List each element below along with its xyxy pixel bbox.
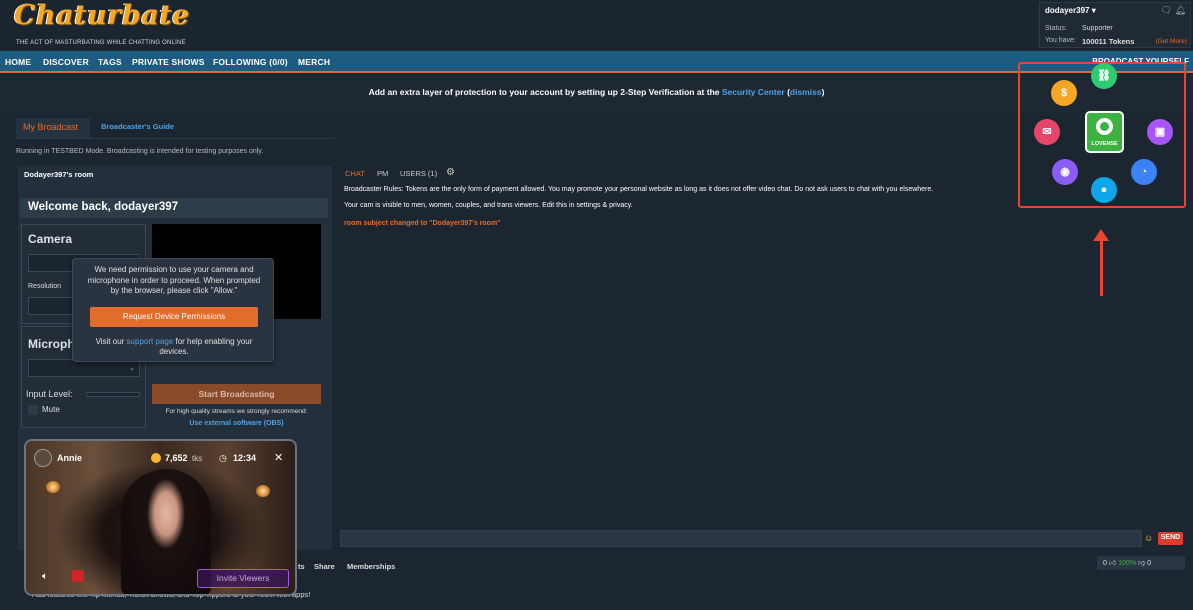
dollar-icon[interactable]: $: [1051, 80, 1077, 106]
dice-icon[interactable]: [72, 570, 84, 582]
nav-merch[interactable]: MERCH: [298, 57, 330, 67]
lamp-light: [256, 485, 270, 497]
emoji-icon[interactable]: ☺: [1144, 533, 1153, 543]
hq-note: For high quality streams we strongly rec…: [165, 408, 308, 415]
input-level-meter: [86, 392, 140, 397]
permission-popup: We need permission to use your camera an…: [72, 258, 274, 362]
tab-pm[interactable]: PM: [377, 169, 388, 178]
nav-following[interactable]: FOLLOWING (0/0): [213, 57, 288, 67]
get-more-link[interactable]: (Get More): [1156, 38, 1187, 45]
nav-tags[interactable]: TAGS: [98, 57, 122, 67]
nav-home[interactable]: HOME: [5, 57, 31, 67]
tab-my-broadcast[interactable]: My Broadcast: [16, 118, 90, 138]
camera-icon[interactable]: ●: [1091, 177, 1117, 203]
upvote-count: 0: [1103, 560, 1107, 567]
lamp-light: [46, 481, 60, 493]
visibility-notice: Your cam is visible to men, women, coupl…: [344, 202, 633, 209]
dismiss-link[interactable]: dismiss: [790, 87, 822, 97]
resolution-label: Resolution: [28, 283, 62, 290]
tab-chat[interactable]: CHAT: [345, 169, 365, 178]
site-logo[interactable]: Chaturbate: [14, 0, 190, 31]
testbed-notice: Running in TESTBED Mode. Broadcasting is…: [16, 148, 264, 155]
thumbs-down-icon: 👎︎: [1138, 560, 1146, 567]
permission-message: We need permission to use your camera an…: [87, 265, 261, 295]
lovense-cam-inner: [1100, 122, 1109, 131]
user-box: dodayer397 ▾ 🗨 🔔︎ Status: Supporter You …: [1039, 2, 1191, 48]
status-value: Supporter: [1082, 25, 1113, 32]
gear-icon[interactable]: ⚙: [446, 167, 455, 178]
notification-icons[interactable]: 🗨 🔔︎: [1161, 5, 1186, 16]
security-banner: Add an extra layer of protection to your…: [0, 75, 1193, 111]
banner-close-paren: ): [821, 87, 825, 97]
tab-divider: [16, 138, 334, 139]
downvote-count: 0: [1147, 560, 1151, 567]
vote-summary: 0 👍︎ 100% 👎︎ 0: [1097, 556, 1185, 570]
start-broadcasting-button[interactable]: Start Broadcasting: [152, 384, 321, 404]
banner-text: Add an extra layer of protection to your…: [368, 87, 722, 97]
clock-icon: ◷: [219, 453, 227, 463]
tab-share[interactable]: Share: [314, 562, 335, 571]
tab-broadcasters-guide[interactable]: Broadcaster's Guide: [101, 122, 174, 131]
status-label: Status:: [1045, 25, 1067, 32]
avatar: [34, 449, 52, 467]
subject-change-message: room subject changed to "Dodayer397's ro…: [344, 220, 501, 227]
tab-memberships[interactable]: Memberships: [347, 562, 395, 571]
support-page-link[interactable]: support page: [127, 337, 174, 346]
visit-pre: Visit our: [95, 337, 127, 346]
invite-viewers-button[interactable]: Invite Viewers: [197, 569, 289, 588]
security-center-link[interactable]: Security Center: [722, 87, 785, 97]
sound-icon[interactable]: 🔈︎: [42, 571, 48, 582]
nav-discover[interactable]: DISCOVER: [43, 57, 89, 67]
tab-partial[interactable]: ts: [298, 562, 305, 571]
room-title: Dodayer397's room: [24, 170, 94, 179]
tokens-unit: tks: [192, 454, 203, 463]
viewer-time: 12:34: [233, 453, 257, 463]
visit-post: for help enabling your devices.: [159, 337, 253, 356]
messenger-icon[interactable]: ◔: [1131, 159, 1157, 185]
nav-private-shows[interactable]: PRIVATE SHOWS: [132, 57, 205, 67]
request-permissions-button[interactable]: Request Device Permissions: [90, 307, 258, 327]
camera-title: Camera: [28, 232, 73, 246]
welcome-heading: Welcome back, dodayer397: [20, 198, 328, 218]
lovense-label: LOVENSE: [1091, 141, 1118, 147]
tokens-label: You have:: [1045, 37, 1076, 44]
link-icon[interactable]: ⛓: [1091, 63, 1117, 89]
send-button[interactable]: SEND: [1158, 532, 1183, 545]
lovense-app[interactable]: LOVENSE: [1085, 111, 1124, 153]
tab-users[interactable]: USERS (1): [400, 169, 437, 178]
wechat-icon[interactable]: ✉: [1034, 119, 1060, 145]
mute-label: Mute: [42, 405, 60, 414]
viewer-card[interactable]: Annie 7,652 tks ◷ 12:34 ✕ 🔈︎ Invite View…: [24, 439, 297, 596]
vote-percent: 100%: [1118, 560, 1137, 567]
annotation-arrow: [1100, 238, 1103, 296]
microphone-title: Microph: [28, 337, 75, 351]
thumbs-up-icon: 👍︎: [1108, 560, 1117, 567]
support-note: Visit our support page for help enabling…: [83, 337, 265, 357]
obs-link[interactable]: Use external software (OBS): [152, 420, 321, 427]
chat-input[interactable]: [340, 530, 1142, 547]
tv-icon[interactable]: ▣: [1147, 119, 1173, 145]
viewer-tokens: 7,652: [165, 453, 188, 463]
token-balance: 100011 Tokens: [1082, 37, 1135, 46]
coin-icon: [151, 453, 161, 463]
site-tagline: THE ACT OF MASTURBATING WHILE CHATTING O…: [16, 40, 186, 46]
username-menu[interactable]: dodayer397 ▾: [1045, 6, 1096, 15]
close-icon[interactable]: ✕: [274, 451, 283, 464]
viewer-name: Annie: [57, 453, 83, 463]
discord-icon[interactable]: ◉: [1052, 159, 1078, 185]
input-level-label: Input Level:: [26, 389, 73, 399]
main-nav: HOME DISCOVER TAGS PRIVATE SHOWS FOLLOWI…: [0, 51, 1193, 73]
mute-checkbox[interactable]: [28, 405, 38, 415]
